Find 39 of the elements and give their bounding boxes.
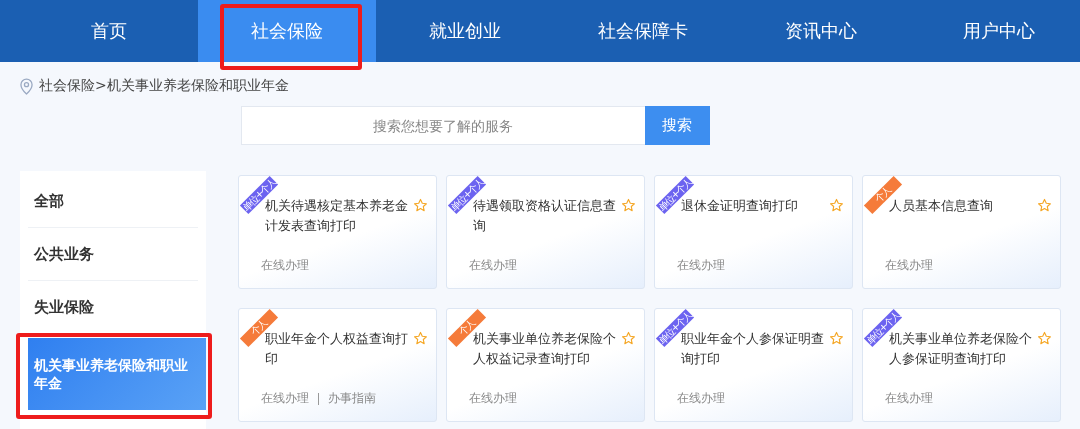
nav-tab[interactable]: 就业创业 bbox=[376, 0, 554, 62]
star-icon[interactable] bbox=[1037, 331, 1052, 346]
nav-tab[interactable]: 社会保险 bbox=[198, 0, 376, 62]
star-icon[interactable] bbox=[829, 198, 844, 213]
nav-tab[interactable]: 资讯中心 bbox=[732, 0, 910, 62]
search-button[interactable]: 搜索 bbox=[644, 106, 710, 145]
card-link[interactable]: 在线办理 bbox=[885, 390, 933, 407]
service-card[interactable]: 个人 人员基本信息查询 在线办理 bbox=[862, 175, 1061, 289]
card-link[interactable]: 在线办理 bbox=[885, 257, 933, 274]
nav-tab[interactable]: 首页 bbox=[20, 0, 198, 62]
star-icon[interactable] bbox=[829, 331, 844, 346]
card-link[interactable]: 在线办理 bbox=[261, 257, 309, 274]
service-card[interactable]: 单位+个人 职业年金个人参保证明查询打印 在线办理 bbox=[654, 308, 853, 422]
card-link[interactable]: 在线办理 bbox=[677, 390, 725, 407]
card-link[interactable]: 在线办理 bbox=[261, 390, 309, 407]
star-icon[interactable] bbox=[621, 198, 636, 213]
service-card[interactable]: 单位+个人 退休金证明查询打印 在线办理 bbox=[654, 175, 853, 289]
service-card[interactable]: 单位+个人 机关事业单位养老保险个人参保证明查询打印 在线办理 bbox=[862, 308, 1061, 422]
star-icon[interactable] bbox=[413, 198, 428, 213]
location-pin-icon bbox=[20, 77, 33, 95]
card-link[interactable]: 在线办理 bbox=[469, 257, 517, 274]
card-link[interactable]: 办事指南 bbox=[328, 390, 376, 407]
star-icon[interactable] bbox=[413, 331, 428, 346]
sidebar-item[interactable]: 公共业务 bbox=[28, 228, 198, 281]
card-link[interactable]: 在线办理 bbox=[677, 257, 725, 274]
sidebar-item[interactable]: 机关事业养老保险和职业年金 bbox=[28, 338, 206, 410]
service-card[interactable]: 个人 机关事业单位养老保险个人权益记录查询打印 在线办理 bbox=[446, 308, 645, 422]
breadcrumb: 社会保险>机关事业养老保险和职业年金 bbox=[39, 77, 289, 95]
service-card[interactable]: 单位+个人 待遇领取资格认证信息查询 在线办理 bbox=[446, 175, 645, 289]
star-icon[interactable] bbox=[621, 331, 636, 346]
star-icon[interactable] bbox=[1037, 198, 1052, 213]
service-card[interactable]: 单位+个人 机关待遇核定基本养老金计发表查询打印 在线办理 bbox=[238, 175, 437, 289]
service-card[interactable]: 个人 职业年金个人权益查询打印 在线办理 办事指南 bbox=[238, 308, 437, 422]
nav-tab[interactable]: 用户中心 bbox=[910, 0, 1080, 62]
nav-tab[interactable]: 社会保障卡 bbox=[554, 0, 732, 62]
search-field[interactable]: 搜索您想要了解的服务 bbox=[240, 106, 645, 145]
card-link[interactable]: 在线办理 bbox=[469, 390, 517, 407]
sidebar-item[interactable]: 全部 bbox=[28, 175, 198, 228]
sidebar-item[interactable]: 失业保险 bbox=[28, 281, 198, 334]
